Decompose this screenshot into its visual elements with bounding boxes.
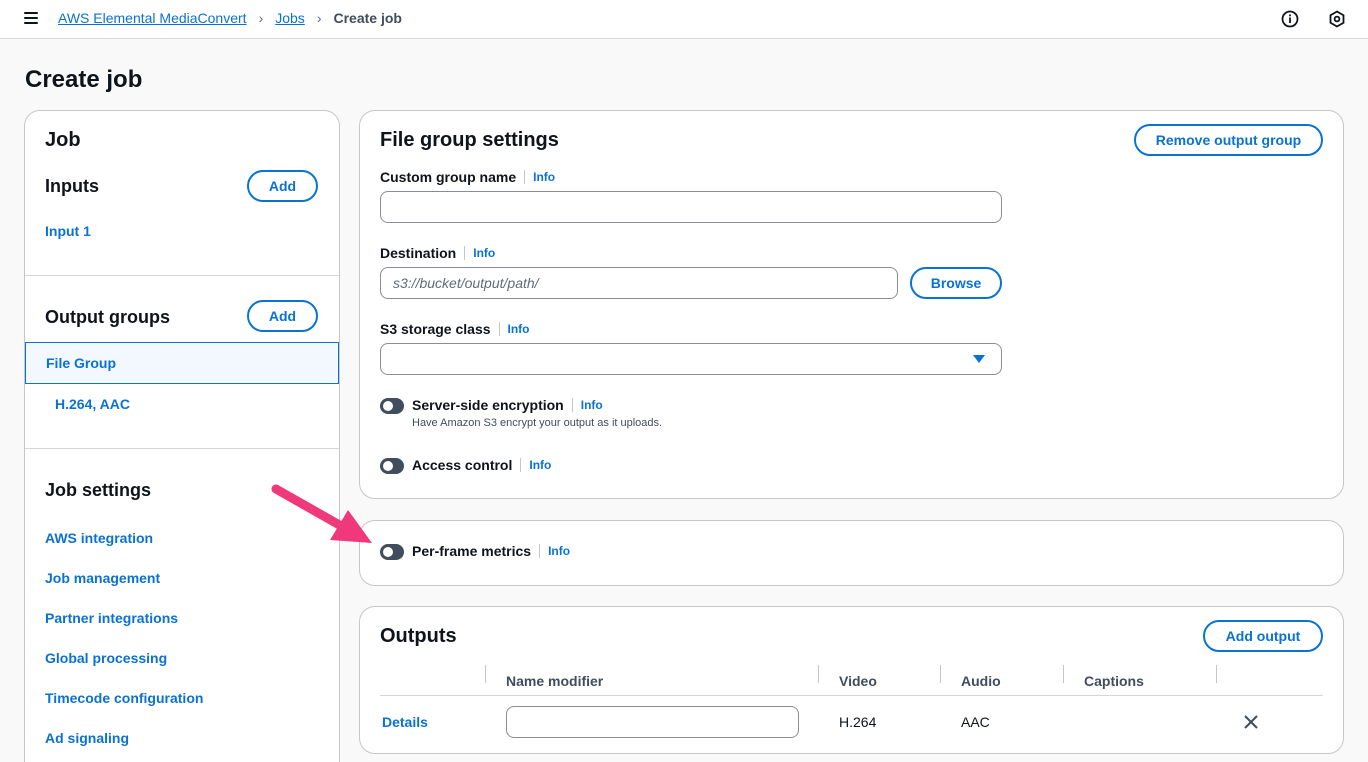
- name-modifier-input[interactable]: [506, 706, 799, 738]
- caret-down-icon: [973, 355, 985, 363]
- top-navigation-bar: AWS Elemental MediaConvert › Jobs › Crea…: [0, 0, 1368, 39]
- settings-hex-icon[interactable]: [1328, 10, 1346, 28]
- nav-item-partner-integrations[interactable]: Partner integrations: [45, 610, 178, 626]
- nav-item-ad-signaling[interactable]: Ad signaling: [45, 730, 129, 746]
- server-side-encryption-label: Server-side encryption Info: [412, 397, 603, 413]
- divider: [25, 448, 339, 449]
- job-settings-heading: Job settings: [45, 480, 152, 500]
- add-output-group-button[interactable]: Add: [247, 300, 318, 332]
- file-group-settings-title: File group settings: [380, 129, 559, 151]
- per-frame-metrics-toggle[interactable]: [380, 544, 404, 560]
- server-side-encryption-info-link[interactable]: Info: [571, 398, 603, 412]
- remove-output-group-button[interactable]: Remove output group: [1134, 124, 1323, 156]
- column-separator: [1063, 665, 1064, 683]
- nav-item-aws-integration[interactable]: AWS integration: [45, 530, 153, 546]
- remove-output-icon[interactable]: [1244, 715, 1258, 729]
- file-group-settings-panel: File group settings Remove output group …: [359, 110, 1344, 499]
- job-heading: Job: [45, 129, 81, 151]
- nav-item-input-1[interactable]: Input 1: [45, 223, 91, 239]
- info-circle-icon[interactable]: [1281, 10, 1299, 28]
- destination-label: Destination Info: [380, 245, 495, 261]
- column-header-name-modifier: Name modifier: [506, 673, 604, 689]
- outputs-panel: Outputs Add output Name modifier Video A…: [359, 606, 1344, 754]
- destination-info-link[interactable]: Info: [464, 246, 495, 260]
- output-groups-heading: Output groups: [45, 307, 170, 327]
- page-title: Create job: [25, 66, 143, 93]
- column-separator: [940, 665, 941, 683]
- destination-input[interactable]: [380, 267, 898, 299]
- nav-item-global-processing[interactable]: Global processing: [45, 650, 167, 666]
- nav-item-h264-aac[interactable]: H.264, AAC: [55, 396, 130, 412]
- per-frame-metrics-panel: Per-frame metrics Info: [359, 520, 1344, 586]
- inputs-heading: Inputs: [45, 176, 99, 196]
- column-header-captions: Captions: [1084, 673, 1144, 689]
- nav-item-file-group-selected[interactable]: File Group: [25, 342, 339, 384]
- output-details-link[interactable]: Details: [382, 714, 428, 730]
- custom-group-name-input[interactable]: [380, 191, 1002, 223]
- destination-label-text: Destination: [380, 245, 457, 261]
- breadcrumb-current: Create job: [333, 10, 402, 26]
- custom-group-name-info-link[interactable]: Info: [524, 170, 555, 184]
- access-control-toggle[interactable]: [380, 458, 404, 474]
- access-control-label-text: Access control: [412, 457, 513, 473]
- annotation-arrow-icon: [271, 484, 372, 543]
- output-video-value: H.264: [839, 714, 877, 730]
- server-side-encryption-description: Have Amazon S3 encrypt your output as it…: [412, 417, 663, 429]
- breadcrumb-jobs[interactable]: Jobs: [275, 10, 305, 26]
- breadcrumb: AWS Elemental MediaConvert › Jobs › Crea…: [58, 10, 402, 26]
- server-side-encryption-label-text: Server-side encryption: [412, 397, 564, 413]
- access-control-info-link[interactable]: Info: [520, 458, 551, 472]
- nav-item-file-group[interactable]: File Group: [46, 355, 116, 371]
- chevron-right-icon: ›: [316, 10, 322, 26]
- column-separator: [1216, 665, 1217, 683]
- storage-class-info-link[interactable]: Info: [498, 322, 530, 336]
- browse-button[interactable]: Browse: [910, 267, 1002, 299]
- divider: [25, 275, 339, 276]
- column-separator: [485, 665, 486, 683]
- column-header-audio: Audio: [961, 673, 1001, 689]
- nav-item-timecode-configuration[interactable]: Timecode configuration: [45, 690, 203, 706]
- add-input-button[interactable]: Add: [247, 170, 318, 202]
- storage-class-select[interactable]: [380, 343, 1002, 375]
- table-header-divider: [380, 695, 1323, 696]
- access-control-label: Access control Info: [412, 457, 551, 473]
- nav-item-job-management[interactable]: Job management: [45, 570, 160, 586]
- breadcrumb-mediaconvert[interactable]: AWS Elemental MediaConvert: [58, 10, 247, 26]
- menu-icon[interactable]: [24, 12, 38, 24]
- column-header-video: Video: [839, 673, 877, 689]
- custom-group-name-label: Custom group name Info: [380, 169, 555, 185]
- storage-class-label: S3 storage class Info: [380, 321, 530, 337]
- per-frame-metrics-info-link[interactable]: Info: [539, 544, 570, 558]
- server-side-encryption-toggle[interactable]: [380, 398, 404, 414]
- column-separator: [818, 665, 819, 683]
- per-frame-metrics-label: Per-frame metrics Info: [412, 543, 570, 559]
- outputs-title: Outputs: [380, 625, 457, 647]
- per-frame-metrics-label-text: Per-frame metrics: [412, 543, 532, 559]
- output-audio-value: AAC: [961, 714, 990, 730]
- chevron-right-icon: ›: [258, 10, 264, 26]
- custom-group-name-label-text: Custom group name: [380, 169, 517, 185]
- job-navigation-panel: Job Inputs Add Input 1 Output groups Add…: [24, 110, 340, 762]
- storage-class-label-text: S3 storage class: [380, 321, 491, 337]
- add-output-button[interactable]: Add output: [1203, 620, 1323, 652]
